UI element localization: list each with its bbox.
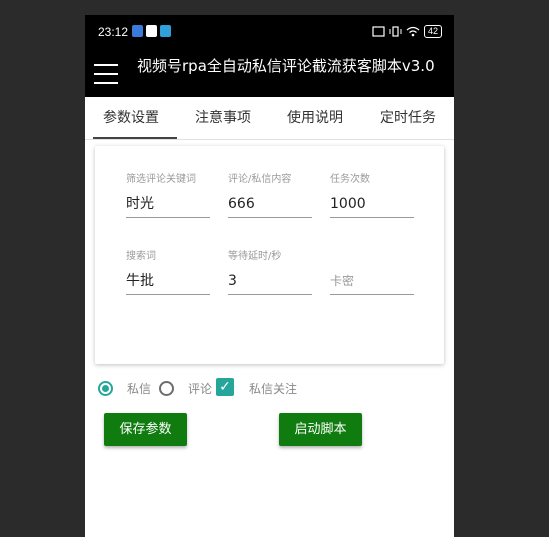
status-time: 23:12: [98, 25, 129, 39]
filter-keyword-input[interactable]: 时光: [126, 191, 210, 218]
message-content-label: 评论/私信内容: [228, 174, 292, 185]
search-term-input[interactable]: 牛批: [126, 268, 210, 295]
comment-radio[interactable]: [159, 381, 174, 396]
tab-scheduled-tasks[interactable]: 定时任务: [380, 97, 436, 139]
vibrate-icon: [389, 26, 402, 37]
menu-icon[interactable]: [94, 64, 118, 84]
private-message-label: 私信: [127, 382, 152, 396]
follow-label: 私信关注: [249, 382, 298, 396]
wait-delay-input[interactable]: 3: [228, 268, 312, 295]
battery-icon: 42: [423, 25, 442, 38]
follow-checkbox[interactable]: ✓: [216, 378, 234, 396]
app-title: 视频号rpa全自动私信评论截流获客脚本v3.0: [137, 57, 435, 75]
tab-bar: 参数设置 注意事项 使用说明 定时任务: [85, 97, 454, 140]
comment-label: 评论: [188, 382, 213, 396]
app-notification-icon: [132, 25, 143, 37]
private-message-radio[interactable]: [98, 381, 113, 396]
save-button[interactable]: 保存参数: [104, 413, 187, 446]
filter-keyword-field: 筛选评论关键词 时光: [126, 170, 210, 218]
search-term-field: 搜索词 牛批: [126, 247, 210, 295]
message-content-field: 评论/私信内容 666: [228, 170, 312, 218]
card-key-field: 卡密: [330, 247, 414, 295]
cloud-notification-icon: [160, 25, 171, 37]
notification-icons: [132, 25, 171, 37]
task-count-input[interactable]: 1000: [330, 191, 414, 218]
tab-instructions[interactable]: 使用说明: [287, 97, 343, 139]
task-count-field: 任务次数 1000: [330, 170, 414, 218]
task-count-label: 任务次数: [330, 174, 370, 185]
filter-keyword-label: 筛选评论关键词: [126, 174, 196, 185]
status-bar: 23:12 42: [85, 15, 454, 51]
phone-screen: 23:12 42 视频号rpa全自动私信评论截流获客脚本v3.0 参数设置 注意…: [85, 15, 454, 537]
message-notification-icon: [146, 25, 157, 37]
tab-notes[interactable]: 注意事项: [195, 97, 251, 139]
app-bar: 视频号rpa全自动私信评论截流获客脚本v3.0: [85, 51, 454, 97]
mode-options: 私信 评论 ✓ 私信关注: [85, 374, 454, 404]
card-key-input[interactable]: 卡密: [330, 268, 414, 295]
wifi-icon: [406, 26, 420, 37]
cast-icon: [372, 26, 385, 37]
start-button[interactable]: 启动脚本: [279, 413, 362, 446]
tab-parameter-settings[interactable]: 参数设置: [93, 97, 177, 139]
search-term-label: 搜索词: [126, 251, 156, 262]
status-right-icons: 42: [372, 25, 442, 38]
settings-card: 筛选评论关键词 时光 评论/私信内容 666 任务次数 1000 搜索词 牛批 …: [95, 146, 444, 364]
wait-delay-label: 等待延时/秒: [228, 251, 282, 262]
wait-delay-field: 等待延时/秒 3: [228, 247, 312, 295]
message-content-input[interactable]: 666: [228, 191, 312, 218]
